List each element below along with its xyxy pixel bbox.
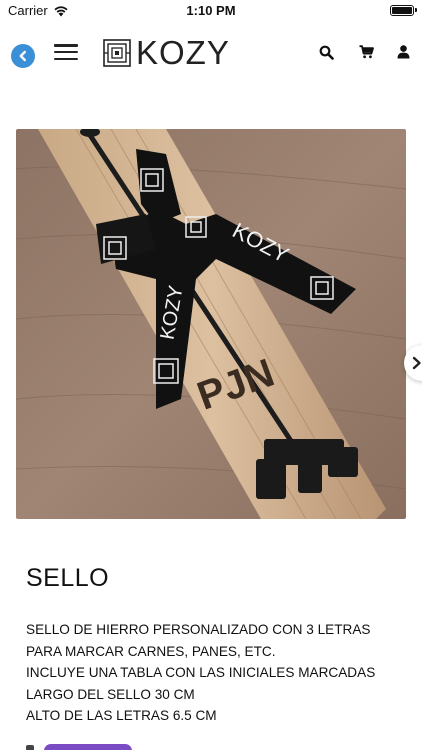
description-line: INCLUYE UNA TABLA CON LAS INICIALES MARC… (26, 665, 376, 680)
back-button[interactable] (11, 44, 35, 68)
clock: 1:10 PM (186, 3, 236, 18)
description-line: SELLO DE HIERRO PERSONALIZADO CON 3 LETR… (26, 622, 371, 637)
app-header: KOZY (0, 22, 422, 84)
partial-action-button[interactable] (44, 744, 132, 750)
product-title: SELLO (26, 564, 110, 592)
brand-name: KOZY (136, 34, 230, 71)
description-line: LARGO DEL SELLO 30 CM (26, 686, 195, 702)
hamburger-line (54, 57, 78, 60)
partial-icon (26, 745, 34, 750)
brand-logo[interactable]: KOZY (103, 34, 230, 71)
chevron-left-icon (19, 50, 26, 62)
search-button[interactable] (316, 42, 336, 62)
product-image[interactable]: PJN KOZY KOZY (16, 129, 406, 519)
user-icon (397, 45, 409, 59)
status-bar: Carrier 1:10 PM (0, 0, 422, 22)
product-photo: PJN KOZY KOZY (16, 129, 406, 519)
search-icon (319, 45, 334, 60)
chevron-right-icon (412, 356, 421, 370)
account-button[interactable] (393, 42, 413, 62)
cart-icon (359, 45, 374, 59)
menu-button[interactable] (54, 42, 78, 62)
hamburger-line (54, 44, 78, 47)
product-description: SELLO DE HIERRO PERSONALIZADO CON 3 LETR… (26, 619, 406, 727)
hamburger-line (54, 50, 78, 54)
next-image-button[interactable] (404, 345, 422, 381)
description-line: PARA MARCAR CARNES, PANES, ETC. (26, 643, 276, 659)
battery-icon (390, 5, 417, 16)
cart-button[interactable] (356, 42, 376, 62)
logo-mark-icon (103, 39, 131, 67)
description-line: ALTO DE LAS LETRAS 6.5 CM (26, 708, 217, 723)
